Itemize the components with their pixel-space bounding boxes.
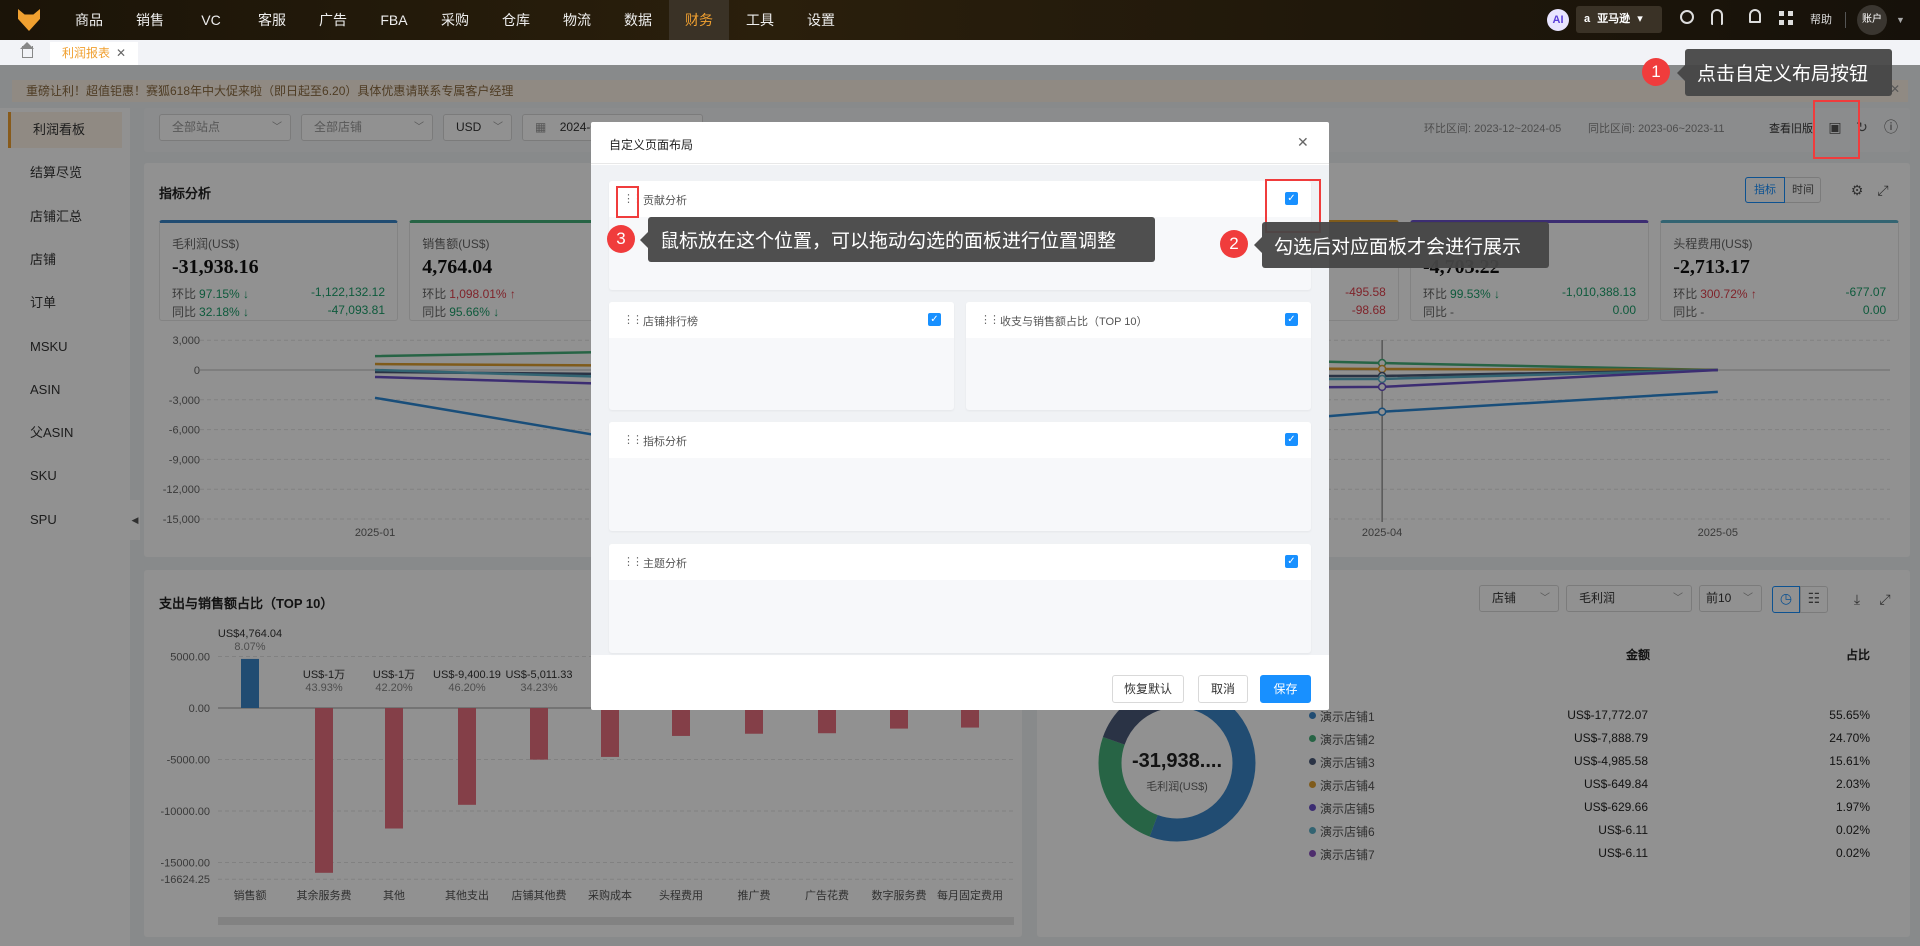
save-button[interactable]: 保存 [1260, 675, 1311, 703]
drag-handle-icon[interactable]: ⋮⋮ [623, 555, 643, 568]
custom-layout-dialog: 自定义页面布局 ✕ ⋮⋮ 贡献分析 ✓ ⋮⋮ 店铺排行榜 ✓ ⋮⋮ 收支与销售额占比（TO… [591, 122, 1329, 710]
highlight-layout-button [1813, 100, 1860, 159]
annotation-tooltip-3: 鼠标放在这个位置，可以拖动勾选的面板进行位置调整 [640, 217, 1155, 262]
drag-handle-icon[interactable]: ⋮⋮ [623, 313, 643, 326]
panel-name: 店铺排行榜 [643, 316, 698, 328]
layout-panel-shop-ranking[interactable]: ⋮⋮ 店铺排行榜 ✓ [609, 302, 954, 410]
panel-checkbox[interactable]: ✓ [928, 313, 941, 326]
tooltip-text: 勾选后对应面板才会进行展示 [1274, 236, 1522, 258]
dialog-header: 自定义页面布局 ✕ [591, 122, 1329, 164]
annotation-tooltip-2: 勾选后对应面板才会进行展示 [1254, 222, 1549, 268]
step-badge-3: 3 [607, 225, 635, 253]
dialog-title: 自定义页面布局 [609, 138, 694, 152]
step-badge-2: 2 [1220, 230, 1248, 258]
close-icon[interactable]: ✕ [1297, 134, 1309, 151]
layout-panel-metrics[interactable]: ⋮⋮ 指标分析 ✓ [609, 422, 1311, 531]
step-badge-1: 1 [1642, 58, 1670, 86]
tooltip-text: 点击自定义布局按钮 [1697, 64, 1869, 85]
restore-default-button[interactable]: 恢复默认 [1112, 675, 1184, 703]
highlight-drag-handle [616, 186, 639, 218]
panel-checkbox[interactable]: ✓ [1285, 313, 1298, 326]
drag-handle-icon[interactable]: ⋮⋮ [980, 313, 1000, 326]
panel-name: 指标分析 [643, 436, 687, 448]
layout-panel-expense-ratio[interactable]: ⋮⋮ 收支与销售额占比（TOP 10） ✓ [966, 302, 1311, 410]
cancel-button[interactable]: 取消 [1198, 675, 1248, 703]
panel-name: 主题分析 [643, 558, 687, 570]
annotation-tooltip-1: 点击自定义布局按钮 [1677, 49, 1892, 96]
panel-checkbox[interactable]: ✓ [1285, 555, 1298, 568]
panel-name: 收支与销售额占比（TOP 10） [1000, 316, 1148, 328]
drag-handle-icon[interactable]: ⋮⋮ [623, 433, 643, 446]
panel-checkbox[interactable]: ✓ [1285, 433, 1298, 446]
panel-name: 贡献分析 [643, 195, 687, 207]
layout-panel-theme[interactable]: ⋮⋮ 主题分析 ✓ [609, 544, 1311, 653]
tooltip-text: 鼠标放在这个位置，可以拖动勾选的面板进行位置调整 [660, 231, 1117, 252]
